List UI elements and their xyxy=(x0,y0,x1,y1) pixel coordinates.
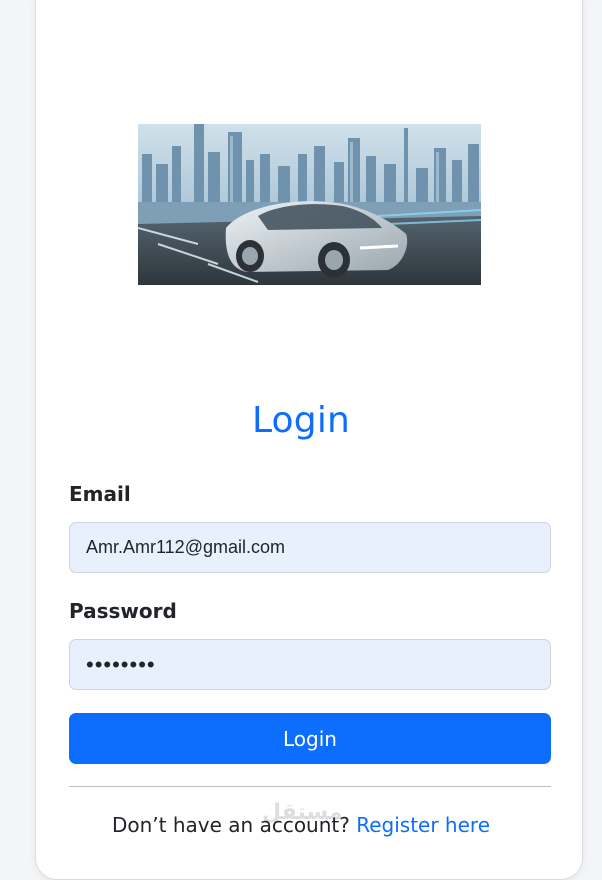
register-link[interactable]: Register here xyxy=(356,813,490,837)
email-label: Email xyxy=(69,482,131,506)
futuristic-car-illustration xyxy=(138,124,481,285)
email-field[interactable] xyxy=(69,522,551,573)
hero-image xyxy=(138,124,481,285)
divider xyxy=(69,786,551,787)
login-button[interactable]: Login xyxy=(69,713,551,764)
page-title: Login xyxy=(251,400,351,441)
register-prompt-text: Don’t have an account? xyxy=(111,813,357,837)
register-prompt: Don’t have an account? Register here xyxy=(0,813,602,837)
password-label: Password xyxy=(69,599,177,623)
password-field[interactable] xyxy=(69,639,551,690)
